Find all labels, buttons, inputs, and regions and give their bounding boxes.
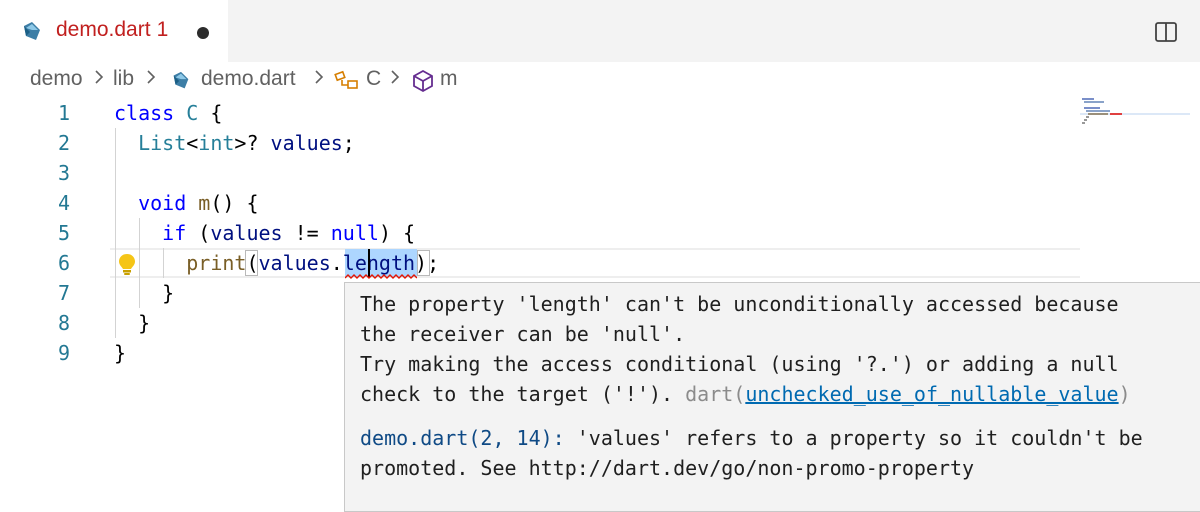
code-token: < — [186, 131, 199, 155]
code-token: } — [114, 341, 127, 365]
code-token: ( — [186, 221, 211, 245]
code-token: () { — [210, 191, 259, 215]
minimap[interactable] — [1080, 98, 1190, 158]
code-token: ( — [246, 251, 259, 275]
line-number: 8 — [57, 311, 70, 335]
breadcrumb-item-demo[interactable]: demo — [30, 67, 83, 91]
line-number: 1 — [57, 101, 70, 125]
breadcrumb-item-method-m[interactable]: m — [440, 67, 458, 91]
diagnostic-source: dart — [685, 382, 734, 406]
code-token: . — [330, 251, 343, 275]
minimap-line — [1086, 110, 1110, 112]
tab-filename: demo.dart — [56, 18, 151, 41]
code-token: values — [210, 221, 283, 245]
chevron-right-icon — [95, 70, 104, 84]
tab-problem-count: 1 — [156, 18, 169, 41]
editor-tab-bar: demo.dart 1 — [0, 0, 1200, 62]
code-token: ); — [415, 251, 440, 275]
line-number: 4 — [57, 191, 70, 215]
split-editor-icon[interactable] — [1154, 20, 1178, 44]
hover-message-line: check to the target ('!'). dart(unchecke… — [360, 379, 1131, 409]
code-token: ; — [342, 131, 355, 155]
code-token: m — [186, 191, 211, 215]
code-token: if — [114, 221, 187, 245]
code-token: ) { — [378, 221, 416, 245]
minimap-line — [1084, 107, 1100, 109]
line-number: 3 — [57, 161, 70, 185]
code-line[interactable]: } — [114, 278, 174, 308]
diagnostic-code-link[interactable]: unchecked_use_of_nullable_value — [745, 382, 1118, 406]
dart-file-icon — [24, 22, 40, 40]
minimap-line — [1084, 119, 1087, 121]
code-token: C — [174, 101, 199, 125]
chevron-right-icon — [147, 70, 156, 84]
code-line[interactable]: if (values != null) { — [114, 218, 415, 248]
code-line[interactable]: List<int>? values; — [114, 128, 355, 158]
code-token: length — [342, 251, 416, 275]
line-number: 7 — [57, 281, 70, 305]
code-token: List — [114, 131, 187, 155]
related-location-link[interactable]: demo.dart(2, 14): — [360, 426, 565, 450]
minimap-line — [1086, 116, 1089, 118]
related-info-line: promoted. See http://dart.dev/go/non-pro… — [360, 456, 975, 480]
code-token: null — [330, 221, 379, 245]
code-token: { — [198, 101, 223, 125]
dart-file-icon — [173, 71, 189, 89]
line-number: 6 — [57, 251, 70, 275]
tab-title: demo.dart 1 — [56, 18, 168, 42]
breadcrumb-item-demo-dart[interactable]: demo.dart — [201, 67, 296, 91]
minimap-line — [1084, 101, 1104, 103]
chevron-right-icon — [315, 70, 324, 84]
code-token: int — [198, 131, 235, 155]
hover-message-line: The property 'length' can't be unconditi… — [360, 292, 1119, 316]
minimap-line — [1082, 98, 1094, 100]
method-symbol-icon — [413, 69, 433, 93]
code-token: void — [114, 191, 187, 215]
diagnostic-hover-widget[interactable]: The property 'length' can't be unconditi… — [344, 282, 1200, 512]
related-message: 'values' refers to a property so it coul… — [564, 426, 1143, 450]
breadcrumb-item-class-c[interactable]: C — [366, 67, 381, 91]
code-token: values — [258, 251, 331, 275]
line-number: 5 — [57, 221, 70, 245]
code-line[interactable]: } — [114, 308, 150, 338]
error-squiggle[interactable] — [345, 274, 417, 280]
text-cursor — [368, 249, 370, 277]
code-token: values — [270, 131, 343, 155]
class-symbol-icon — [334, 70, 358, 89]
code-token: != — [282, 221, 331, 245]
code-token: class — [114, 101, 175, 125]
code-token: } — [114, 281, 175, 305]
code-line[interactable]: void m() { — [114, 188, 259, 218]
line-number: 2 — [57, 131, 70, 155]
code-line[interactable]: class C { — [114, 98, 222, 128]
line-number: 9 — [57, 341, 70, 365]
related-info-line: demo.dart(2, 14): 'values' refers to a p… — [360, 423, 1143, 453]
diagnostic-paren-open: ( — [733, 382, 746, 406]
hover-message-text: check to the target ('!'). — [360, 382, 686, 406]
code-token: >? — [234, 131, 271, 155]
breadcrumb-item-lib[interactable]: lib — [113, 67, 134, 91]
hover-message-line: the receiver can be 'null'. — [360, 322, 686, 346]
lightbulb-icon[interactable] — [116, 252, 138, 276]
hover-message-line: Try making the access conditional (using… — [360, 352, 1119, 376]
unsaved-indicator-icon[interactable] — [197, 27, 209, 39]
breadcrumb: demo lib demo.dart C m — [0, 62, 1200, 98]
diagnostic-paren-close: ) — [1118, 382, 1131, 406]
minimap-error-marker — [1110, 113, 1122, 115]
code-line[interactable]: } — [114, 338, 126, 368]
minimap-line — [1088, 113, 1108, 115]
minimap-line — [1082, 122, 1085, 124]
code-token: } — [114, 311, 151, 335]
tab-demo-dart[interactable]: demo.dart 1 — [0, 0, 228, 62]
chevron-right-icon — [391, 70, 400, 84]
